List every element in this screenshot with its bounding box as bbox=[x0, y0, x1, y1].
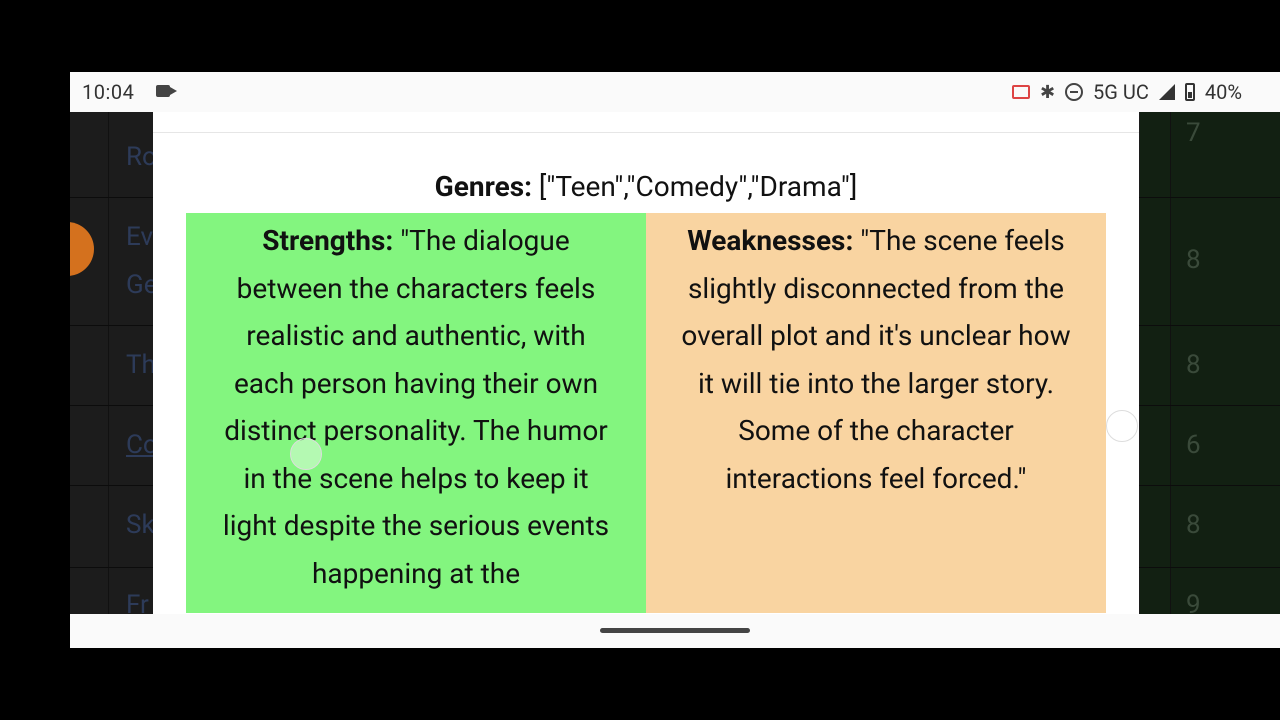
weaknesses-text: "The scene feels slightly disconnected f… bbox=[681, 224, 1071, 495]
strengths-label: Strengths: bbox=[262, 224, 394, 257]
network-type: 5G UC bbox=[1093, 80, 1149, 104]
score-cell: 6 bbox=[1186, 430, 1201, 460]
weaknesses-label: Weaknesses: bbox=[687, 224, 854, 257]
weaknesses-cell: Weaknesses: "The scene feels slightly di… bbox=[646, 213, 1106, 613]
touch-indicator bbox=[290, 438, 322, 470]
strengths-text: "The dialogue between the characters fee… bbox=[222, 224, 610, 590]
strengths-cell: Strengths: "The dialogue between the cha… bbox=[186, 213, 646, 613]
sheet-cell: Th bbox=[126, 350, 156, 380]
bluetooth-icon: ✱ bbox=[1039, 81, 1056, 103]
video-camera-icon bbox=[156, 85, 177, 97]
sheet-cell: Ev bbox=[126, 222, 154, 252]
phone-screen: 10:04 ✱ 5G UC 40% Ro Ev Ge Th Co Sk Fr 7… bbox=[70, 72, 1280, 648]
scroll-handle[interactable] bbox=[1106, 410, 1138, 442]
score-cell: 7 bbox=[1186, 118, 1201, 148]
scene-analysis-dialog[interactable]: Genres: ["Teen","Comedy","Drama"] Streng… bbox=[153, 112, 1139, 614]
genres-value: ["Teen","Comedy","Drama"] bbox=[538, 170, 858, 203]
navigation-bar bbox=[70, 614, 1280, 648]
score-column bbox=[1140, 112, 1280, 614]
home-gesture-bar[interactable] bbox=[600, 628, 750, 633]
status-bar: 10:04 ✱ 5G UC 40% bbox=[70, 72, 1280, 112]
cast-icon bbox=[1011, 85, 1030, 99]
score-cell: 8 bbox=[1186, 245, 1201, 275]
do-not-disturb-icon bbox=[1065, 83, 1084, 101]
battery-level: 40% bbox=[1204, 80, 1242, 104]
clock: 10:04 bbox=[82, 80, 135, 104]
dialog-header bbox=[153, 112, 1139, 133]
avatar bbox=[70, 222, 94, 276]
genres-label: Genres: bbox=[434, 170, 532, 203]
battery-icon bbox=[1184, 83, 1195, 101]
score-cell: 8 bbox=[1186, 510, 1201, 540]
signal-icon bbox=[1158, 84, 1175, 100]
score-cell: 8 bbox=[1186, 350, 1201, 380]
genres-line: Genres: ["Teen","Comedy","Drama"] bbox=[153, 170, 1139, 203]
sheet-cell: Sk bbox=[126, 510, 155, 540]
